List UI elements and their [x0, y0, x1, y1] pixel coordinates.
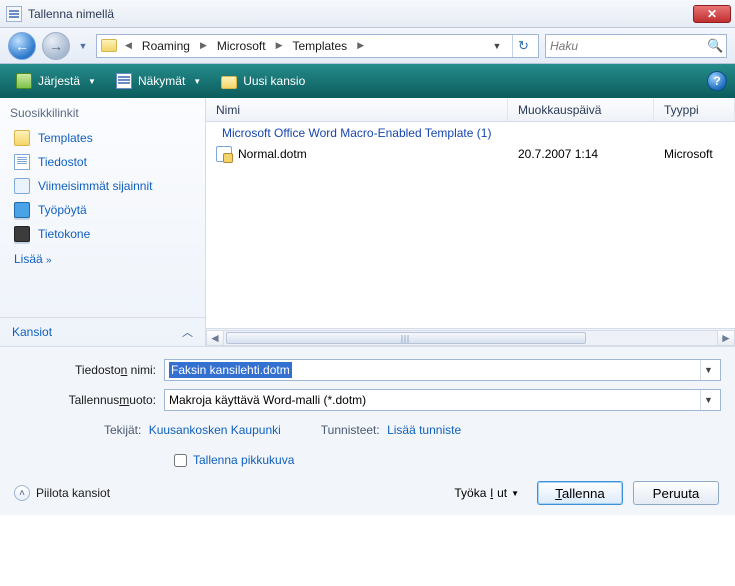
- column-headers: Nimi Muokkauspäivä Tyyppi: [206, 98, 735, 122]
- sidebar: Suosikkilinkit Templates Tiedostot Viime…: [0, 98, 206, 346]
- save-button[interactable]: Tallenna: [537, 481, 623, 505]
- horizontal-scrollbar[interactable]: ◄ ►: [206, 328, 735, 346]
- cancel-button[interactable]: Peruuta: [633, 481, 719, 505]
- filetype-combobox[interactable]: Makroja käyttävä Word-malli (*.dotm) ▼: [164, 389, 721, 411]
- refresh-button[interactable]: ↻: [512, 35, 534, 57]
- views-label: Näkymät: [138, 74, 185, 88]
- address-bar[interactable]: ◀ Roaming ▶ Microsoft ▶ Templates ▶ ▼ ↻: [96, 34, 539, 58]
- tags-key: Tunnisteet:: [321, 423, 380, 437]
- file-row[interactable]: Normal.dotm 20.7.2007 1:14 Microsoft: [206, 144, 735, 164]
- file-icon: [216, 146, 232, 162]
- save-thumbnail-label[interactable]: Tallenna pikkukuva: [193, 453, 294, 467]
- chevron-down-icon[interactable]: ▼: [700, 360, 716, 380]
- breadcrumb-item-0[interactable]: Roaming: [140, 39, 192, 53]
- back-button[interactable]: ←: [8, 32, 36, 60]
- filename-label: Tiedoston nimi:: [14, 363, 164, 377]
- scroll-left-button[interactable]: ◄: [206, 330, 224, 346]
- titlebar: Tallenna nimellä ✕: [0, 0, 735, 28]
- views-icon: [116, 73, 132, 89]
- chevron-right-icon[interactable]: ▶: [198, 40, 209, 51]
- filename-combobox[interactable]: Faksin kansilehti.dotm ▼: [164, 359, 721, 381]
- chevron-down-icon: ▼: [193, 77, 201, 86]
- search-box[interactable]: 🔍: [545, 34, 727, 58]
- chevron-down-icon: ▼: [88, 77, 96, 86]
- sidebar-item-label: Työpöytä: [38, 203, 87, 217]
- sidebar-item-label: Tiedostot: [38, 155, 87, 169]
- organize-label: Järjestä: [38, 74, 80, 88]
- sidebar-item-label: Tietokone: [38, 227, 90, 241]
- sidebar-item-documents[interactable]: Tiedostot: [0, 150, 205, 174]
- tags-value[interactable]: Lisää tunniste: [387, 423, 461, 437]
- filetype-value: Makroja käyttävä Word-malli (*.dotm): [169, 393, 366, 407]
- desktop-icon: [14, 202, 30, 218]
- window-title: Tallenna nimellä: [28, 7, 693, 21]
- scroll-thumb[interactable]: [226, 332, 586, 344]
- sidebar-item-templates[interactable]: Templates: [0, 126, 205, 150]
- computer-icon: [14, 226, 30, 242]
- breadcrumb-item-2[interactable]: Templates: [290, 39, 349, 53]
- sidebar-more[interactable]: Lisää »: [0, 246, 205, 272]
- folders-toggle[interactable]: Kansiot ︿: [0, 317, 205, 346]
- navbar: ← → ▼ ◀ Roaming ▶ Microsoft ▶ Templates …: [0, 28, 735, 64]
- save-form: Tiedoston nimi: Faksin kansilehti.dotm ▼…: [0, 347, 735, 515]
- scroll-right-button[interactable]: ►: [717, 330, 735, 346]
- new-folder-icon: [221, 76, 237, 89]
- file-list: Nimi Muokkauspäivä Tyyppi Microsoft Offi…: [206, 98, 735, 346]
- new-folder-label: Uusi kansio: [243, 74, 305, 88]
- search-icon[interactable]: 🔍: [707, 38, 723, 54]
- file-name: Normal.dotm: [238, 147, 518, 161]
- hide-folders-button[interactable]: ˄ Piilota kansiot: [14, 485, 110, 501]
- file-type: Microsoft: [664, 147, 735, 161]
- sidebar-item-label: Viimeisimmät sijainnit: [38, 179, 152, 193]
- chevron-up-icon: ˄: [14, 485, 30, 501]
- chevron-down-icon[interactable]: ▼: [700, 390, 716, 410]
- help-button[interactable]: ?: [707, 71, 727, 91]
- chevron-right-icon[interactable]: ▶: [355, 40, 366, 51]
- search-input[interactable]: [550, 39, 707, 53]
- organize-button[interactable]: Järjestä ▼: [8, 70, 104, 92]
- sidebar-item-recent[interactable]: Viimeisimmät sijainnit: [0, 174, 205, 198]
- recent-icon: [14, 178, 30, 194]
- forward-button[interactable]: →: [42, 32, 70, 60]
- sidebar-header: Suosikkilinkit: [0, 98, 205, 126]
- folder-icon: [101, 39, 117, 52]
- sidebar-more-label: Lisää: [14, 252, 43, 266]
- authors-value[interactable]: Kuusankosken Kaupunki: [149, 423, 281, 437]
- sidebar-item-computer[interactable]: Tietokone: [0, 222, 205, 246]
- chevron-right-icon[interactable]: ▶: [274, 40, 285, 51]
- file-group-header[interactable]: Microsoft Office Word Macro-Enabled Temp…: [206, 122, 735, 144]
- app-icon: [6, 6, 22, 22]
- folder-icon: [14, 130, 30, 146]
- sidebar-item-desktop[interactable]: Työpöytä: [0, 198, 205, 222]
- close-button[interactable]: ✕: [693, 5, 731, 23]
- scroll-track[interactable]: [224, 330, 717, 346]
- save-thumbnail-checkbox[interactable]: [174, 454, 187, 467]
- tools-menu[interactable]: Työkalut ▼: [446, 482, 527, 504]
- chevron-down-icon: ▼: [511, 489, 519, 498]
- column-modified[interactable]: Muokkauspäivä: [508, 98, 654, 121]
- sidebar-item-label: Templates: [38, 131, 93, 145]
- command-bar: Järjestä ▼ Näkymät ▼ Uusi kansio ?: [0, 64, 735, 98]
- hide-folders-label: Piilota kansiot: [36, 486, 110, 500]
- filetype-label: Tallennusmuoto:: [14, 393, 164, 407]
- filename-value[interactable]: Faksin kansilehti.dotm: [169, 362, 292, 378]
- chevron-up-icon: ︿: [182, 324, 193, 340]
- column-type[interactable]: Tyyppi: [654, 98, 735, 121]
- new-folder-button[interactable]: Uusi kansio: [213, 71, 313, 91]
- footer: ˄ Piilota kansiot Työkalut ▼ Tallenna Pe…: [14, 481, 721, 505]
- nav-history-dropdown[interactable]: ▼: [76, 32, 90, 60]
- breadcrumb-item-1[interactable]: Microsoft: [215, 39, 268, 53]
- address-dropdown[interactable]: ▼: [488, 41, 506, 51]
- chevron-double-right-icon: »: [46, 255, 50, 266]
- authors-key: Tekijät:: [104, 423, 141, 437]
- documents-icon: [14, 154, 30, 170]
- chevron-left-icon[interactable]: ◀: [123, 40, 134, 51]
- column-name[interactable]: Nimi: [206, 98, 508, 121]
- folders-label: Kansiot: [12, 325, 52, 339]
- main-area: Suosikkilinkit Templates Tiedostot Viime…: [0, 98, 735, 347]
- views-button[interactable]: Näkymät ▼: [108, 70, 209, 92]
- file-modified: 20.7.2007 1:14: [518, 147, 664, 161]
- organize-icon: [16, 73, 32, 89]
